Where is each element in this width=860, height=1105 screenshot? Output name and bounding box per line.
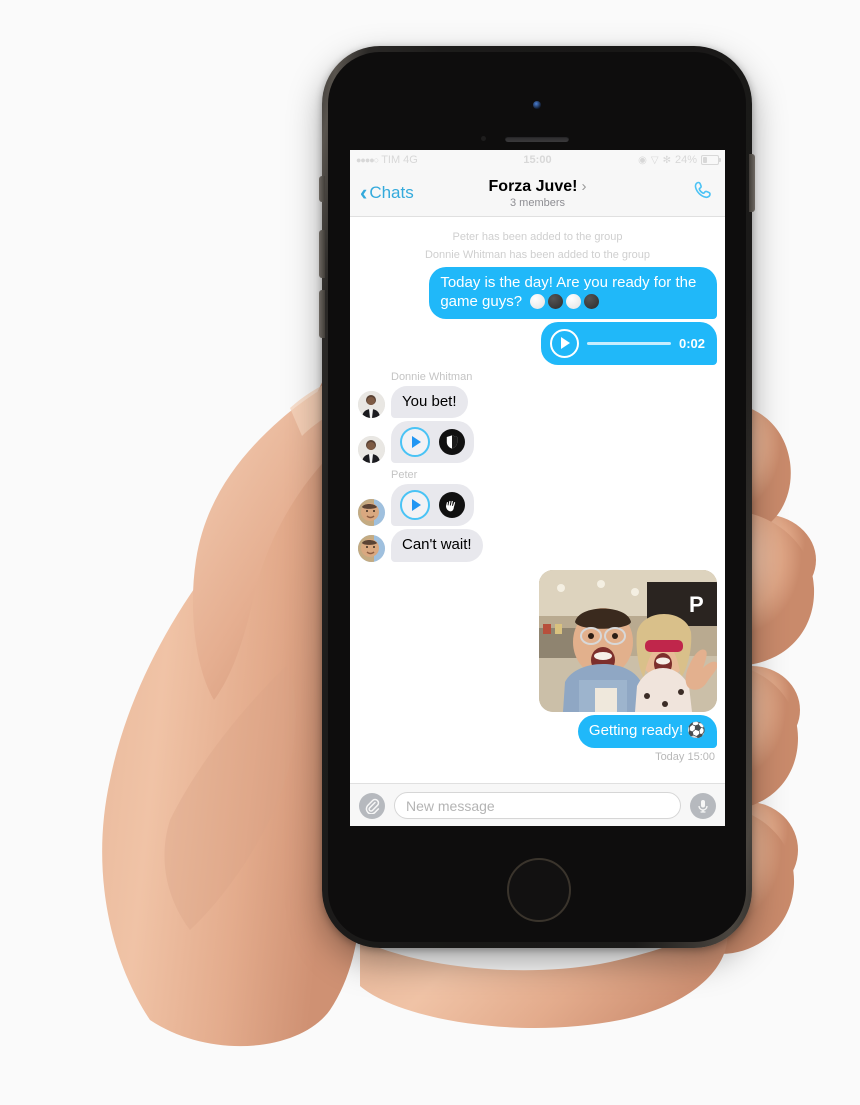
play-icon[interactable] bbox=[400, 427, 430, 458]
soccer-ball-emoji bbox=[548, 293, 564, 309]
message-row: You bet! bbox=[358, 385, 717, 419]
volume-down-button[interactable] bbox=[319, 290, 325, 338]
shield-badge-sticker bbox=[439, 429, 465, 456]
soccer-ball-emoji bbox=[584, 293, 600, 309]
clapping-hand-sticker bbox=[439, 492, 465, 519]
chat-title-row: Forza Juve! › bbox=[489, 178, 587, 196]
message-input-bar bbox=[350, 783, 725, 826]
audio-progress-track[interactable] bbox=[586, 341, 671, 345]
message-row: Getting ready! ⚽ bbox=[358, 715, 723, 748]
message-row: P bbox=[358, 570, 717, 712]
mute-switch[interactable] bbox=[319, 176, 325, 202]
message-row: Today is the day! Are you ready for the … bbox=[358, 267, 722, 319]
message-timestamp: Today 15:00 bbox=[655, 750, 715, 763]
front-camera bbox=[533, 101, 541, 109]
navigation-bar: ‹ Chats Forza Juve! › 3 members bbox=[350, 170, 725, 217]
soccer-ball-emoji bbox=[530, 293, 546, 309]
system-message: Peter has been added to the group bbox=[452, 231, 623, 243]
donnie-whitman-avatar[interactable] bbox=[358, 436, 385, 464]
battery-icon bbox=[701, 155, 721, 165]
system-message: Donnie Whitman has been added to the gro… bbox=[424, 249, 651, 261]
volume-up-button[interactable] bbox=[319, 230, 325, 278]
message-row bbox=[358, 421, 717, 464]
conversation-list[interactable]: Peter has been added to the group Donnie… bbox=[350, 217, 725, 783]
paperclip-icon[interactable] bbox=[359, 792, 385, 819]
voice-message-incoming[interactable] bbox=[386, 484, 474, 527]
home-button[interactable] bbox=[507, 858, 571, 922]
peter-avatar[interactable] bbox=[358, 535, 385, 562]
message-row bbox=[358, 484, 717, 527]
voice-message-incoming[interactable] bbox=[386, 421, 474, 464]
microphone-icon[interactable] bbox=[690, 792, 716, 819]
play-icon[interactable] bbox=[549, 328, 579, 358]
status-bar-clock: 15:00 bbox=[523, 154, 552, 166]
back-to-chats-button[interactable]: ‹ Chats bbox=[360, 182, 414, 204]
phone-call-icon[interactable] bbox=[691, 179, 715, 208]
power-button[interactable] bbox=[749, 154, 755, 212]
photo-message[interactable]: P bbox=[539, 570, 717, 712]
peter-avatar[interactable] bbox=[358, 499, 385, 527]
soccer-ball-emoji bbox=[566, 293, 582, 309]
message-bubble-outgoing[interactable]: Getting ready! ⚽ bbox=[577, 715, 723, 748]
svg-text:P: P bbox=[689, 592, 704, 617]
voice-message-outgoing[interactable]: 0:02 bbox=[540, 321, 723, 365]
play-icon[interactable] bbox=[400, 490, 430, 521]
chat-members-count: 3 members bbox=[509, 196, 566, 209]
phone-screen: ●●●●○ TIM 4G 15:00 ◉ ▽ ✻ 24% ‹ Chats For… bbox=[350, 150, 725, 826]
chevron-left-icon: ‹ bbox=[360, 180, 368, 205]
earpiece-speaker bbox=[505, 136, 569, 142]
status-bar: ●●●●○ TIM 4G 15:00 ◉ ▽ ✻ 24% bbox=[350, 150, 725, 170]
chat-title: Forza Juve! bbox=[488, 177, 578, 195]
message-bubble-incoming[interactable]: You bet! bbox=[386, 385, 468, 419]
message-row: 0:02 bbox=[358, 321, 723, 365]
audio-duration-label: 0:02 bbox=[678, 335, 705, 351]
message-row: Can't wait! bbox=[358, 529, 717, 562]
donnie-whitman-avatar[interactable] bbox=[358, 391, 385, 419]
phone-device: ●●●●○ TIM 4G 15:00 ◉ ▽ ✻ 24% ‹ Chats For… bbox=[319, 46, 755, 948]
proximity-sensor bbox=[481, 136, 486, 141]
soccer-ball-emoji-group bbox=[530, 293, 600, 309]
sender-name-label: Donnie Whitman bbox=[391, 370, 473, 383]
sender-name-label: Peter bbox=[391, 469, 418, 482]
message-bubble-outgoing[interactable]: Today is the day! Are you ready for the … bbox=[429, 267, 722, 319]
back-button-label: Chats bbox=[369, 183, 414, 202]
chevron-right-icon: › bbox=[581, 178, 587, 195]
message-input-field[interactable] bbox=[394, 792, 681, 819]
message-bubble-incoming[interactable]: Can't wait! bbox=[386, 529, 483, 562]
